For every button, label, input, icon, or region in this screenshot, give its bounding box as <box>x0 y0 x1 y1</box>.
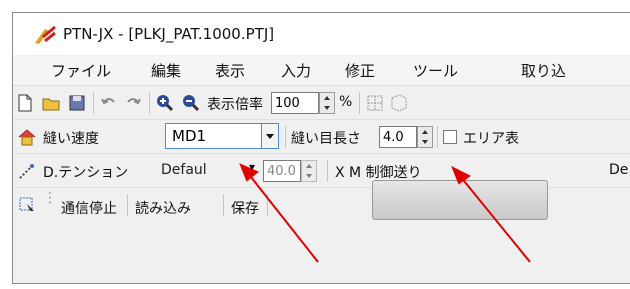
menu-modify[interactable]: 修正 <box>345 60 375 81</box>
toolbar-separator <box>223 194 224 216</box>
menu-view[interactable]: 表示 <box>215 60 245 81</box>
tension-label: D.テンション <box>43 165 129 181</box>
toolbar-separator <box>93 92 94 114</box>
read-button[interactable]: 読み込み <box>135 198 191 218</box>
feed-select-value[interactable]: De <box>609 162 628 178</box>
home-icon[interactable] <box>17 127 37 147</box>
menu-tools[interactable]: ツール <box>413 60 458 81</box>
zoom-input[interactable]: 100 <box>271 92 319 114</box>
toolbar-separator <box>359 92 360 114</box>
menu-file[interactable]: ファイル <box>51 60 111 81</box>
app-window: PTN-JX - [PLKJ_PAT.1000.PTJ] ファイル 編集 表示 … <box>12 12 630 284</box>
toolbar-grip: ⋮ <box>43 190 57 206</box>
pattern-tool-icon[interactable] <box>389 93 409 113</box>
stitch-length-spinner[interactable] <box>417 126 433 148</box>
select-tool-icon[interactable] <box>17 195 37 215</box>
toolbar-separator <box>149 92 150 114</box>
toolbar-separator <box>327 160 328 182</box>
toolbar-separator <box>285 126 286 148</box>
tension-select-value[interactable]: Defaul <box>161 162 207 178</box>
save-icon[interactable] <box>67 93 87 113</box>
app-icon <box>35 25 56 44</box>
zoom-unit: % <box>339 94 353 110</box>
tension-number-input[interactable]: 40.0 <box>263 160 301 182</box>
blank-status-button[interactable] <box>372 180 548 220</box>
toolbar-separator <box>437 126 438 148</box>
stitch-length-input[interactable]: 4.0 <box>379 126 417 148</box>
toolbar-separator <box>127 194 128 216</box>
tension-select-arrow[interactable]: ▾ <box>249 160 255 174</box>
new-file-icon[interactable] <box>15 93 35 113</box>
zoom-in-icon[interactable] <box>155 93 175 113</box>
needle-icon[interactable] <box>17 161 37 181</box>
redo-icon[interactable] <box>123 93 143 113</box>
speed-label: 縫い速度 <box>43 131 99 147</box>
zoom-label: 表示倍率 <box>207 97 263 113</box>
toolbar-separator <box>267 194 268 216</box>
menu-bar: ファイル 編集 表示 入力 修正 ツール 取り込 <box>13 56 630 84</box>
undo-icon[interactable] <box>99 93 119 113</box>
tension-number-spinner[interactable] <box>301 160 317 182</box>
menu-edit[interactable]: 編集 <box>151 60 181 81</box>
speed-select-value: MD1 <box>172 127 207 145</box>
open-folder-icon[interactable] <box>41 93 61 113</box>
menu-import[interactable]: 取り込 <box>521 60 566 81</box>
stitch-length-label: 縫い目長さ <box>291 131 361 147</box>
zoom-out-icon[interactable] <box>181 93 201 113</box>
zoom-spinner[interactable] <box>319 92 335 114</box>
stop-communication-button[interactable]: 通信停止 <box>61 198 117 218</box>
save-button[interactable]: 保存 <box>231 198 259 218</box>
area-label: エリア表 <box>463 131 519 147</box>
toolbar-standard: 表示倍率 100 % <box>13 85 630 120</box>
window-title: PTN-JX - [PLKJ_PAT.1000.PTJ] <box>63 25 275 43</box>
area-checkbox[interactable] <box>443 130 457 144</box>
speed-select[interactable]: MD1 <box>165 123 279 149</box>
chevron-down-icon[interactable] <box>261 124 278 148</box>
grid-tool-icon[interactable] <box>365 93 385 113</box>
feed-label: X M 制御送り <box>335 165 422 181</box>
menu-input[interactable]: 入力 <box>281 60 311 81</box>
toolbar-sewing: 縫い速度 MD1 縫い目長さ 4.0 エリア表 <box>13 119 630 154</box>
title-bar: PTN-JX - [PLKJ_PAT.1000.PTJ] <box>13 13 630 55</box>
